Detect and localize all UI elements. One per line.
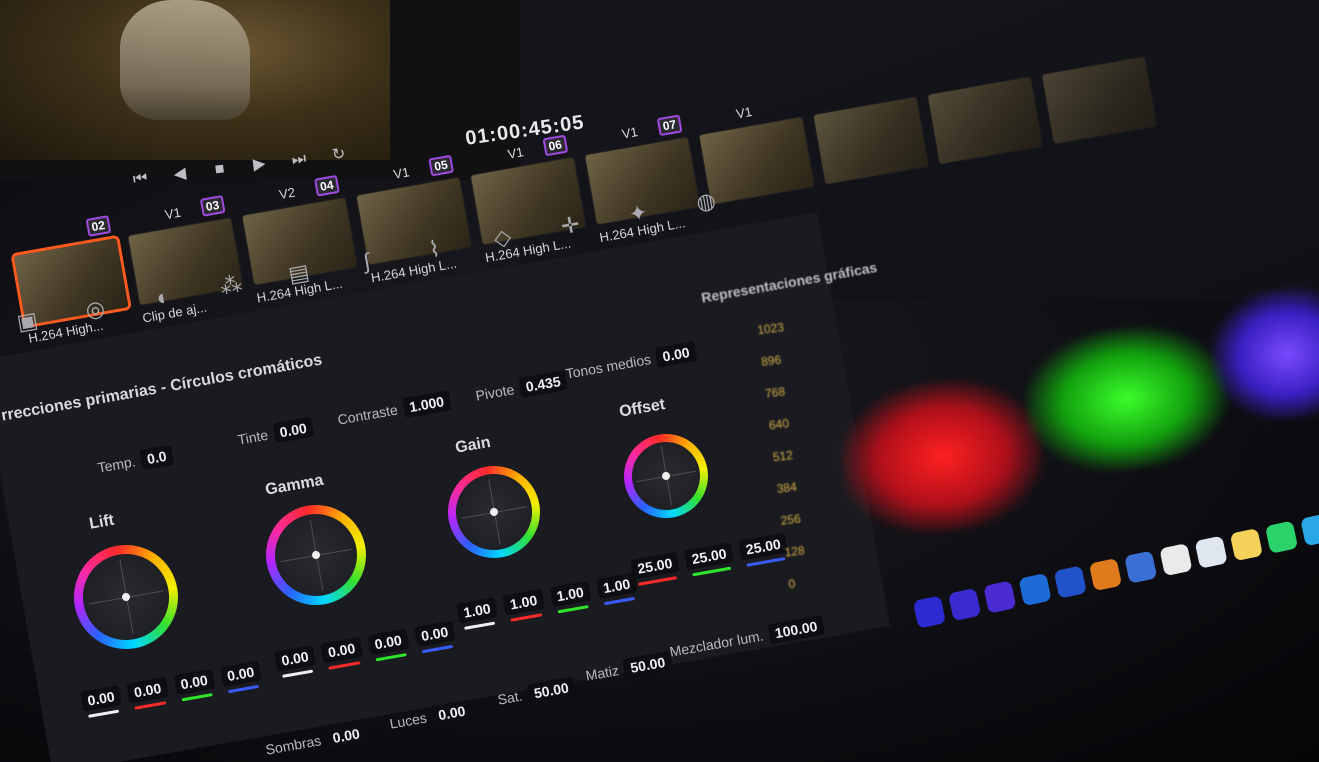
lift-wheel[interactable] xyxy=(65,536,187,658)
clip-number-badge: 04 xyxy=(313,174,340,197)
gamma-wheel[interactable] xyxy=(258,497,374,613)
photoshop-icon[interactable] xyxy=(1018,572,1052,607)
gain-puck[interactable] xyxy=(489,507,499,517)
telegram-icon[interactable] xyxy=(1300,513,1319,547)
scope-tick: 640 xyxy=(768,416,790,433)
track-label: V2 xyxy=(277,184,297,203)
offset-wheel[interactable] xyxy=(617,427,715,525)
premiere-icon[interactable] xyxy=(983,580,1017,614)
offset-puck[interactable] xyxy=(661,471,671,481)
track-label: V1 xyxy=(163,204,182,223)
curves-icon[interactable]: ∫ xyxy=(349,242,385,281)
clip-number-badge: 02 xyxy=(85,215,112,237)
gamma-puck[interactable] xyxy=(311,550,321,560)
clip-thumbnail[interactable] xyxy=(927,76,1043,164)
camera-raw-icon[interactable]: ▣ xyxy=(9,302,45,341)
track-label: V1 xyxy=(506,144,525,162)
firefox-icon[interactable] xyxy=(1088,557,1123,592)
window-icon[interactable]: ◇ xyxy=(484,218,520,257)
color-wheels-icon[interactable]: ◎ xyxy=(77,290,113,329)
lift-puck[interactable] xyxy=(121,592,131,602)
clip-thumbnail[interactable] xyxy=(813,97,929,185)
calendar-icon[interactable] xyxy=(1159,543,1193,577)
maps-icon[interactable] xyxy=(1194,535,1228,569)
hdr-icon[interactable]: ◐ xyxy=(145,278,181,317)
shadows-label: Sombras xyxy=(264,732,323,758)
shadows-value[interactable]: 0.00 xyxy=(325,722,368,749)
blur-icon[interactable]: ✦ xyxy=(620,194,656,233)
clip-number-badge: 06 xyxy=(542,134,569,157)
clip-thumbnail[interactable] xyxy=(1042,56,1157,144)
highlights-label: Luces xyxy=(388,709,428,732)
scope-tick: 896 xyxy=(760,352,782,370)
whatsapp-icon[interactable] xyxy=(1264,520,1299,554)
key-icon[interactable]: ◍ xyxy=(688,182,724,221)
scope-tick: 0 xyxy=(787,576,797,592)
green-waveform xyxy=(1018,317,1235,481)
sat-label: Sat. xyxy=(496,687,524,708)
audition-icon[interactable] xyxy=(948,587,982,622)
clip-number-badge: 03 xyxy=(199,195,226,217)
rgb-mixer-icon[interactable]: ⁂ xyxy=(213,266,249,305)
clip-number-badge: 07 xyxy=(656,114,683,137)
clip-number-badge: 05 xyxy=(427,154,455,177)
scope-scale: 1023 896 768 640 512 384 256 128 0 xyxy=(756,320,815,591)
resolve-color-page: 01:00:45:05 ⏮ ◀ ■ ▶ ⏭ ↻ 02 H.264 High...… xyxy=(0,0,1319,762)
blue-waveform xyxy=(1204,280,1319,428)
hue-label: Matiz xyxy=(584,662,621,684)
motion-effects-icon[interactable]: ▤ xyxy=(281,254,317,293)
after-effects-icon[interactable] xyxy=(912,595,947,629)
track-label: V1 xyxy=(734,103,754,122)
scope-tick: 256 xyxy=(779,511,802,528)
tracker-icon[interactable]: ✛ xyxy=(552,206,588,245)
track-label: V1 xyxy=(392,164,411,182)
mail-icon[interactable] xyxy=(1124,550,1158,584)
scope-tick: 128 xyxy=(783,543,806,560)
gain-wheel[interactable] xyxy=(440,458,548,566)
track-label: V1 xyxy=(620,124,639,142)
notes-icon[interactable] xyxy=(1229,528,1263,562)
scope-tick: 1023 xyxy=(756,320,785,338)
scope-tick: 384 xyxy=(775,479,798,497)
scope-tick: 768 xyxy=(764,384,786,401)
ai-app-icon[interactable] xyxy=(1053,565,1087,599)
tint-label: Tinte xyxy=(236,426,270,448)
qualifier-icon[interactable]: ⌇ xyxy=(416,230,452,269)
scope-tick: 512 xyxy=(772,447,794,465)
